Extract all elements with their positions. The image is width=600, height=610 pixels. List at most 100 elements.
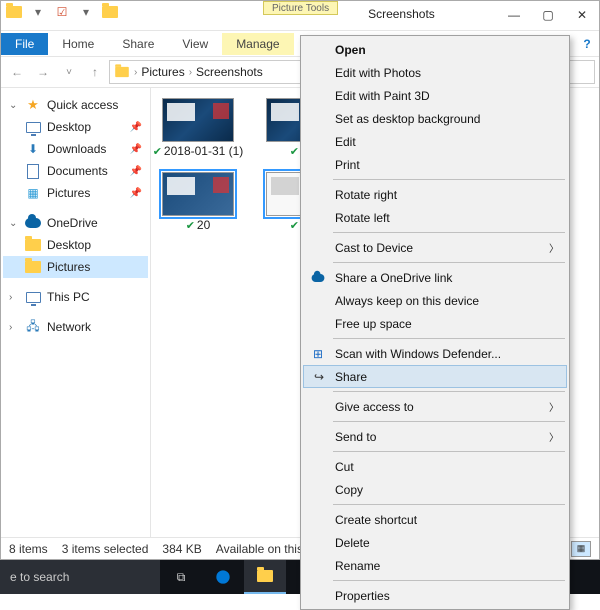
menu-send-to[interactable]: Send to〉	[303, 425, 567, 448]
status-item-count: 8 items	[9, 542, 48, 556]
tree-label: Pictures	[47, 260, 90, 274]
expand-icon[interactable]: ⌄	[9, 218, 19, 229]
menu-open[interactable]: Open	[303, 38, 567, 61]
menu-copy[interactable]: Copy	[303, 478, 567, 501]
expand-icon[interactable]: ›	[9, 292, 19, 303]
downloads-icon: ⬇	[25, 141, 41, 157]
close-button[interactable]: ✕	[565, 1, 599, 29]
tree-label: Desktop	[47, 238, 91, 252]
menu-cut[interactable]: Cut	[303, 455, 567, 478]
tree-documents[interactable]: Documents 📌	[3, 160, 148, 182]
status-size: 384 KB	[162, 542, 201, 556]
menu-delete[interactable]: Delete	[303, 531, 567, 554]
folder-icon	[25, 237, 41, 253]
chevron-right-icon[interactable]: ›	[189, 67, 192, 78]
menu-free-up-space[interactable]: Free up space	[303, 312, 567, 335]
pin-icon: 📌	[130, 166, 148, 177]
taskbar-search[interactable]: e to search	[0, 560, 160, 594]
tree-quick-access[interactable]: ⌄ ★ Quick access	[3, 94, 148, 116]
tree-downloads[interactable]: ⬇ Downloads 📌	[3, 138, 148, 160]
forward-button[interactable]: →	[31, 60, 55, 84]
minimize-button[interactable]: —	[497, 1, 531, 29]
menu-rotate-left[interactable]: Rotate left	[303, 206, 567, 229]
tree-thispc[interactable]: › This PC	[3, 286, 148, 308]
tab-share[interactable]: Share	[108, 33, 168, 55]
menu-rotate-right[interactable]: Rotate right	[303, 183, 567, 206]
checkbox-icon[interactable]: ☑	[51, 1, 73, 23]
menu-create-shortcut[interactable]: Create shortcut	[303, 508, 567, 531]
tree-label: Network	[47, 320, 91, 334]
file-thumbnail[interactable]: ✔2018-01-31 (1)	[159, 98, 237, 158]
chevron-right-icon: 〉	[549, 399, 559, 414]
folder-icon	[25, 259, 41, 275]
network-icon: 🖧	[25, 319, 41, 335]
tree-network[interactable]: › 🖧 Network	[3, 316, 148, 338]
share-icon: ↪	[310, 368, 328, 386]
menu-edit-paint3d[interactable]: Edit with Paint 3D	[303, 84, 567, 107]
onedrive-icon	[309, 269, 327, 287]
menu-always-keep[interactable]: Always keep on this device	[303, 289, 567, 312]
file-name: 2018-01-31 (1)	[164, 144, 243, 158]
breadcrumb-item[interactable]: Pictures	[141, 65, 184, 79]
file-name: 20	[197, 218, 210, 232]
window-controls: — ▢ ✕	[497, 1, 599, 29]
file-thumbnail[interactable]: ✔20	[159, 172, 237, 232]
menu-scan-defender[interactable]: ⊞Scan with Windows Defender...	[303, 342, 567, 365]
menu-print[interactable]: Print	[303, 153, 567, 176]
recent-dropdown-icon[interactable]: ˅	[57, 60, 81, 84]
sync-icon: ✔	[290, 145, 299, 158]
tree-desktop[interactable]: Desktop 📌	[3, 116, 148, 138]
menu-set-background[interactable]: Set as desktop background	[303, 107, 567, 130]
menu-edit-photos[interactable]: Edit with Photos	[303, 61, 567, 84]
folder-icon	[257, 570, 273, 582]
folder-icon	[99, 1, 121, 23]
task-view-button[interactable]: ⧉	[160, 560, 202, 594]
menu-edit[interactable]: Edit	[303, 130, 567, 153]
tab-home[interactable]: Home	[48, 33, 108, 55]
menu-give-access-to[interactable]: Give access to〉	[303, 395, 567, 418]
expand-icon[interactable]: ⌄	[9, 100, 19, 111]
menu-share-onedrive-link[interactable]: Share a OneDrive link	[303, 266, 567, 289]
up-button[interactable]: ↑	[83, 60, 107, 84]
tree-label: Pictures	[47, 186, 90, 200]
edge-icon	[215, 569, 231, 585]
expand-icon[interactable]: ›	[9, 322, 19, 333]
tree-pictures[interactable]: ▦ Pictures 📌	[3, 182, 148, 204]
pin-icon: 📌	[130, 188, 148, 199]
tab-view[interactable]: View	[168, 33, 222, 55]
quick-access-toolbar: ▾ ☑ ▾	[1, 1, 123, 23]
menu-rename[interactable]: Rename	[303, 554, 567, 577]
tree-label: Desktop	[47, 120, 91, 134]
documents-icon	[25, 163, 41, 179]
tree-od-pictures[interactable]: Pictures	[3, 256, 148, 278]
menu-share[interactable]: ↪Share	[303, 365, 567, 388]
chevron-right-icon[interactable]: ›	[134, 67, 137, 78]
maximize-button[interactable]: ▢	[531, 1, 565, 29]
tree-od-desktop[interactable]: Desktop	[3, 234, 148, 256]
menu-properties[interactable]: Properties	[303, 584, 567, 607]
tree-onedrive[interactable]: ⌄ OneDrive	[3, 212, 148, 234]
tree-label: This PC	[47, 290, 90, 304]
star-icon: ★	[25, 97, 41, 113]
tab-file[interactable]: File	[1, 33, 48, 55]
thumbnail-image	[162, 98, 234, 142]
taskbar-edge[interactable]	[202, 560, 244, 594]
tree-label: Quick access	[47, 98, 118, 112]
navigation-pane[interactable]: ⌄ ★ Quick access Desktop 📌 ⬇ Downloads 📌…	[1, 88, 151, 537]
help-icon[interactable]: ?	[575, 37, 599, 51]
menu-cast-to-device[interactable]: Cast to Device〉	[303, 236, 567, 259]
qat-dropdown-icon[interactable]: ▾	[27, 1, 49, 23]
tree-label: Downloads	[47, 142, 106, 156]
pictures-icon: ▦	[25, 185, 41, 201]
contextual-tab[interactable]: Picture Tools	[263, 1, 338, 15]
contextual-tab-label: Picture Tools	[272, 3, 329, 14]
qat-customize-icon[interactable]: ▾	[75, 1, 97, 23]
tab-manage[interactable]: Manage	[222, 33, 293, 55]
chevron-right-icon: 〉	[549, 240, 559, 255]
back-button[interactable]: ←	[5, 60, 29, 84]
thumbnails-view-button[interactable]: ▦	[571, 541, 591, 557]
desktop-icon	[25, 119, 41, 135]
thumbnail-caption: ✔2018-01-31 (1)	[153, 144, 244, 158]
taskbar-explorer[interactable]	[244, 560, 286, 594]
breadcrumb-item[interactable]: Screenshots	[196, 65, 263, 79]
